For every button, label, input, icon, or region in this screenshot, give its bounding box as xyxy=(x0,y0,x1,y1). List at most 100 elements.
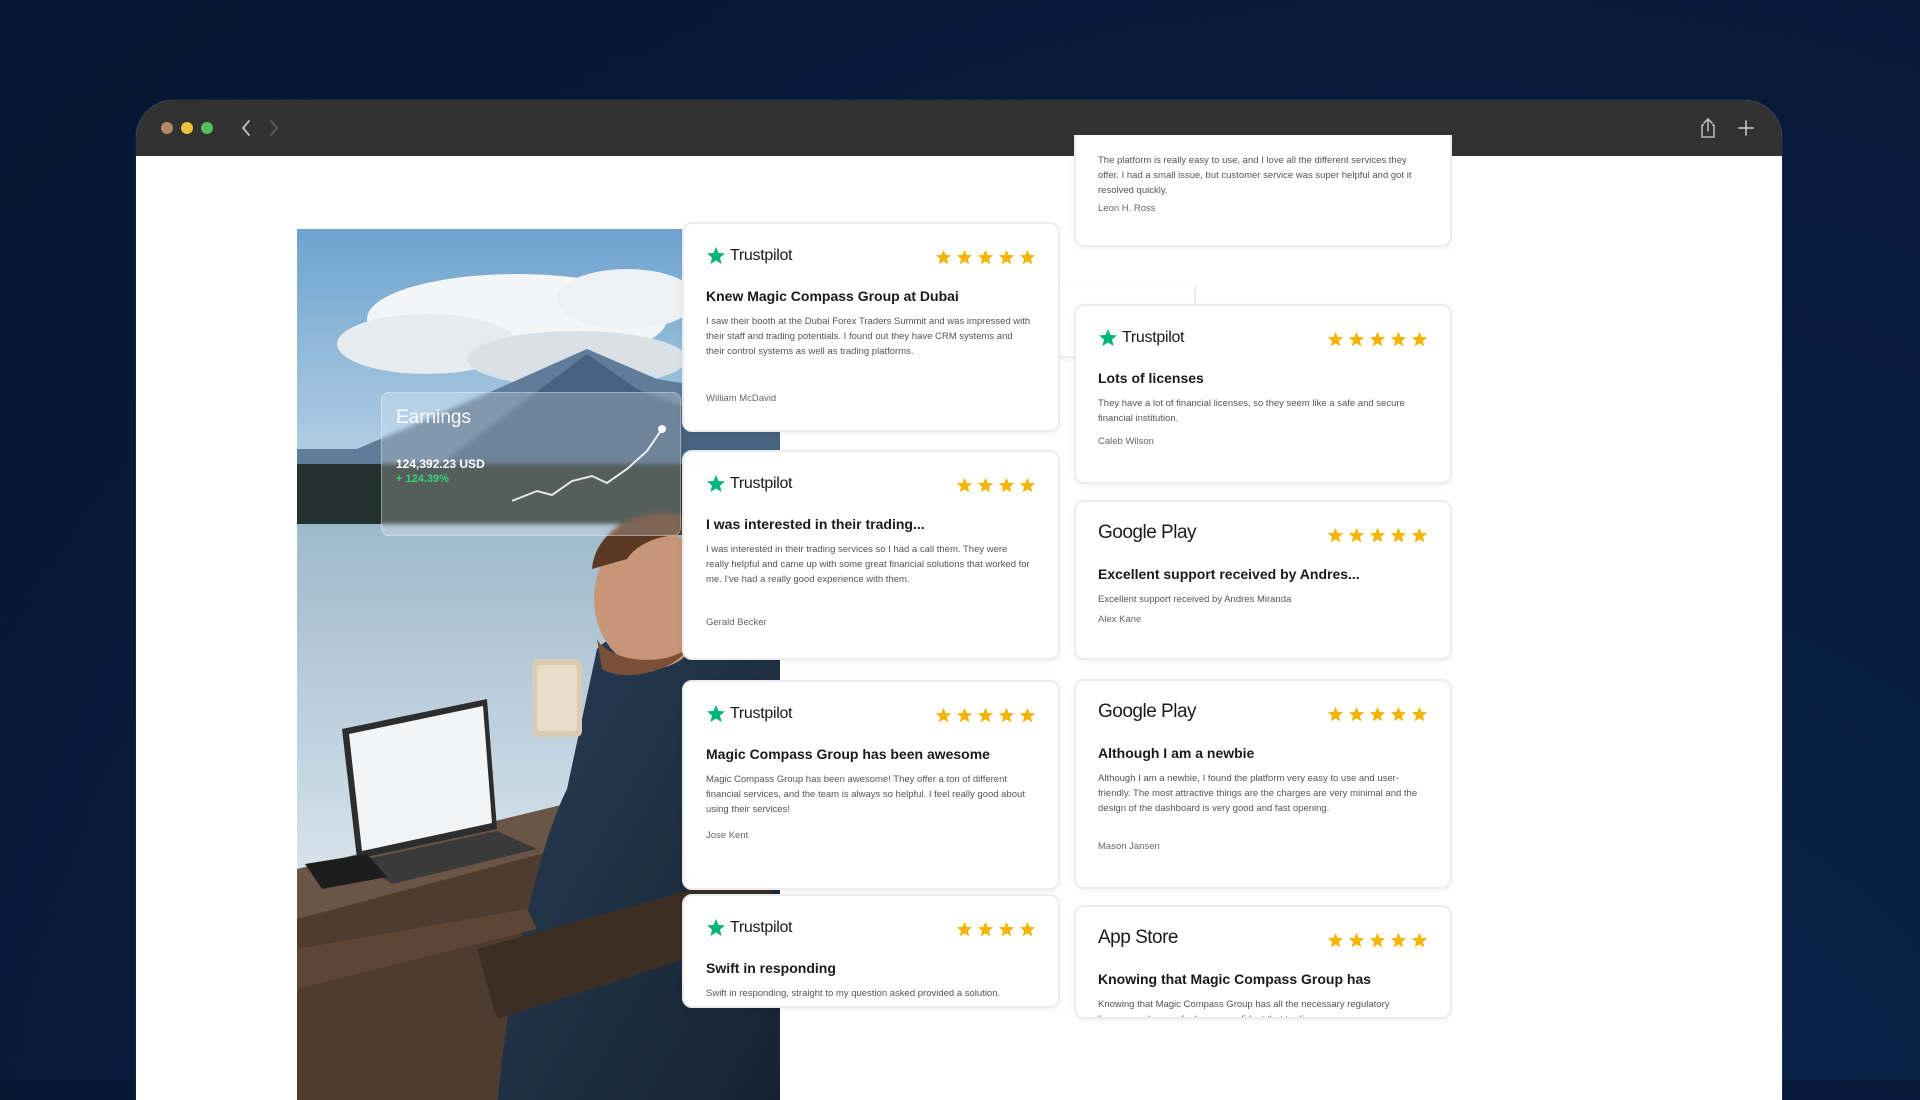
star-icon xyxy=(1369,331,1386,347)
star-icon xyxy=(1348,932,1365,948)
review-author: Alex Kane xyxy=(1098,614,1142,625)
review-body: They have a lot of financial licenses, s… xyxy=(1098,398,1405,424)
review-card: Trustpilot Lots of licenses They have a lo… xyxy=(1074,304,1452,484)
trustpilot-logo: Trustpilot xyxy=(706,918,793,938)
review-source: Trustpilot xyxy=(730,475,793,492)
star-icon xyxy=(1327,527,1344,543)
star-icon xyxy=(977,249,994,265)
close-window-button[interactable] xyxy=(161,122,173,134)
maximize-window-button[interactable] xyxy=(201,122,213,134)
star-icon xyxy=(1348,706,1365,722)
star-icon xyxy=(935,249,952,265)
minimize-window-button[interactable] xyxy=(181,122,193,134)
trustpilot-logo: Trustpilot xyxy=(706,246,793,266)
star-icon xyxy=(977,921,994,937)
share-icon[interactable] xyxy=(1694,114,1722,142)
review-card: Trustpilot Magic Compass Group has been a… xyxy=(682,680,1060,890)
back-icon[interactable] xyxy=(234,114,258,142)
review-card: The platform is really easy to use, and … xyxy=(1074,135,1452,247)
forward-icon[interactable] xyxy=(262,114,286,142)
star-icon xyxy=(977,477,994,493)
review-title: I was interested in their trading... xyxy=(706,516,925,532)
review-body: Excellent support received by Andres Mir… xyxy=(1098,594,1292,605)
review-body: I saw their booth at the Dubai Forex Tra… xyxy=(706,316,1031,357)
rating-stars xyxy=(935,707,1036,724)
star-icon xyxy=(998,921,1015,937)
plus-icon[interactable] xyxy=(1732,114,1760,142)
review-title: Swift in responding xyxy=(706,960,836,976)
star-icon xyxy=(1327,932,1344,948)
review-body: Magic Compass Group has been awesome! Th… xyxy=(706,774,1025,815)
review-card: Google Play Although I am a newbie Althoug… xyxy=(1074,679,1452,889)
browser-titlebar xyxy=(136,100,1782,156)
star-icon xyxy=(1348,527,1365,543)
star-icon xyxy=(956,249,973,265)
trustpilot-star-icon xyxy=(707,705,725,722)
trustpilot-star-icon xyxy=(707,247,725,264)
star-icon xyxy=(935,707,952,723)
star-icon xyxy=(1369,706,1386,722)
star-icon xyxy=(956,707,973,723)
review-body: The platform is really easy to use, and … xyxy=(1098,155,1412,196)
rating-stars xyxy=(1327,527,1428,544)
review-source: Trustpilot xyxy=(730,705,793,722)
star-icon xyxy=(1019,249,1036,265)
rating-stars xyxy=(956,921,1036,938)
review-source: Trustpilot xyxy=(730,247,793,264)
star-icon xyxy=(1411,331,1428,347)
trustpilot-star-icon xyxy=(707,919,725,936)
review-title: Lots of licenses xyxy=(1098,370,1204,386)
trustpilot-star-icon xyxy=(1099,329,1117,346)
star-icon xyxy=(977,707,994,723)
rating-stars xyxy=(1327,706,1428,723)
review-source: Google Play xyxy=(1098,522,1197,543)
review-author: William McDavid xyxy=(706,393,777,404)
star-icon xyxy=(1390,527,1407,543)
star-icon xyxy=(956,477,973,493)
page-content: Earnings 124,392.23 USD + 124.39% Trustp… xyxy=(136,135,1782,1100)
browser-window: Earnings 124,392.23 USD + 124.39% Trustp… xyxy=(136,100,1782,1100)
review-title: Magic Compass Group has been awesome xyxy=(706,746,990,762)
star-icon xyxy=(1327,706,1344,722)
reviews-grid: Trustpilot Knew Magic Compass Group at Du… xyxy=(136,135,1782,1100)
star-icon xyxy=(1369,527,1386,543)
review-author: Caleb Wilson xyxy=(1098,436,1154,447)
star-icon xyxy=(1390,932,1407,948)
rating-stars xyxy=(1327,932,1428,949)
review-source: App Store xyxy=(1098,927,1179,948)
review-title: Knowing that Magic Compass Group has xyxy=(1098,971,1372,987)
star-icon xyxy=(1348,331,1365,347)
trustpilot-logo: Trustpilot xyxy=(1098,328,1185,348)
review-author: Gerald Becker xyxy=(706,617,767,628)
review-card: Google Play Excellent support received by… xyxy=(1074,500,1452,660)
star-icon xyxy=(1411,932,1428,948)
review-card: App Store Knowing that Magic Compass Grou… xyxy=(1074,905,1452,1019)
review-body: Although I am a newbie, I found the plat… xyxy=(1098,773,1418,814)
review-body: Swift in responding, straight to my ques… xyxy=(706,988,1001,999)
review-body: Knowing that Magic Compass Group has all… xyxy=(1098,999,1390,1017)
trustpilot-star-icon xyxy=(707,475,725,492)
star-icon xyxy=(1019,707,1036,723)
review-title: Although I am a newbie xyxy=(1098,745,1255,761)
review-card: Trustpilot Knew Magic Compass Group at Du… xyxy=(682,222,1060,432)
review-source: Trustpilot xyxy=(1122,329,1185,346)
review-author: Mason Jansen xyxy=(1098,841,1160,852)
star-icon xyxy=(1411,527,1428,543)
review-card: Trustpilot I was interested in their trad… xyxy=(682,450,1060,660)
star-icon xyxy=(1327,331,1344,347)
review-author: Leon H. Ross xyxy=(1098,203,1156,214)
review-source: Trustpilot xyxy=(730,919,793,936)
star-icon xyxy=(998,707,1015,723)
star-icon xyxy=(1019,477,1036,493)
review-card: Trustpilot Swift in responding Swift in re… xyxy=(682,894,1060,1008)
star-icon xyxy=(998,477,1015,493)
star-icon xyxy=(1390,331,1407,347)
trustpilot-logo: Trustpilot xyxy=(706,474,793,494)
review-author: Jose Kent xyxy=(706,830,749,841)
trustpilot-logo: Trustpilot xyxy=(706,704,793,724)
rating-stars xyxy=(1327,331,1428,348)
star-icon xyxy=(1390,706,1407,722)
review-title: Excellent support received by Andres... xyxy=(1098,566,1360,582)
review-body: I was interested in their trading servic… xyxy=(706,544,1030,585)
rating-stars xyxy=(956,477,1036,494)
